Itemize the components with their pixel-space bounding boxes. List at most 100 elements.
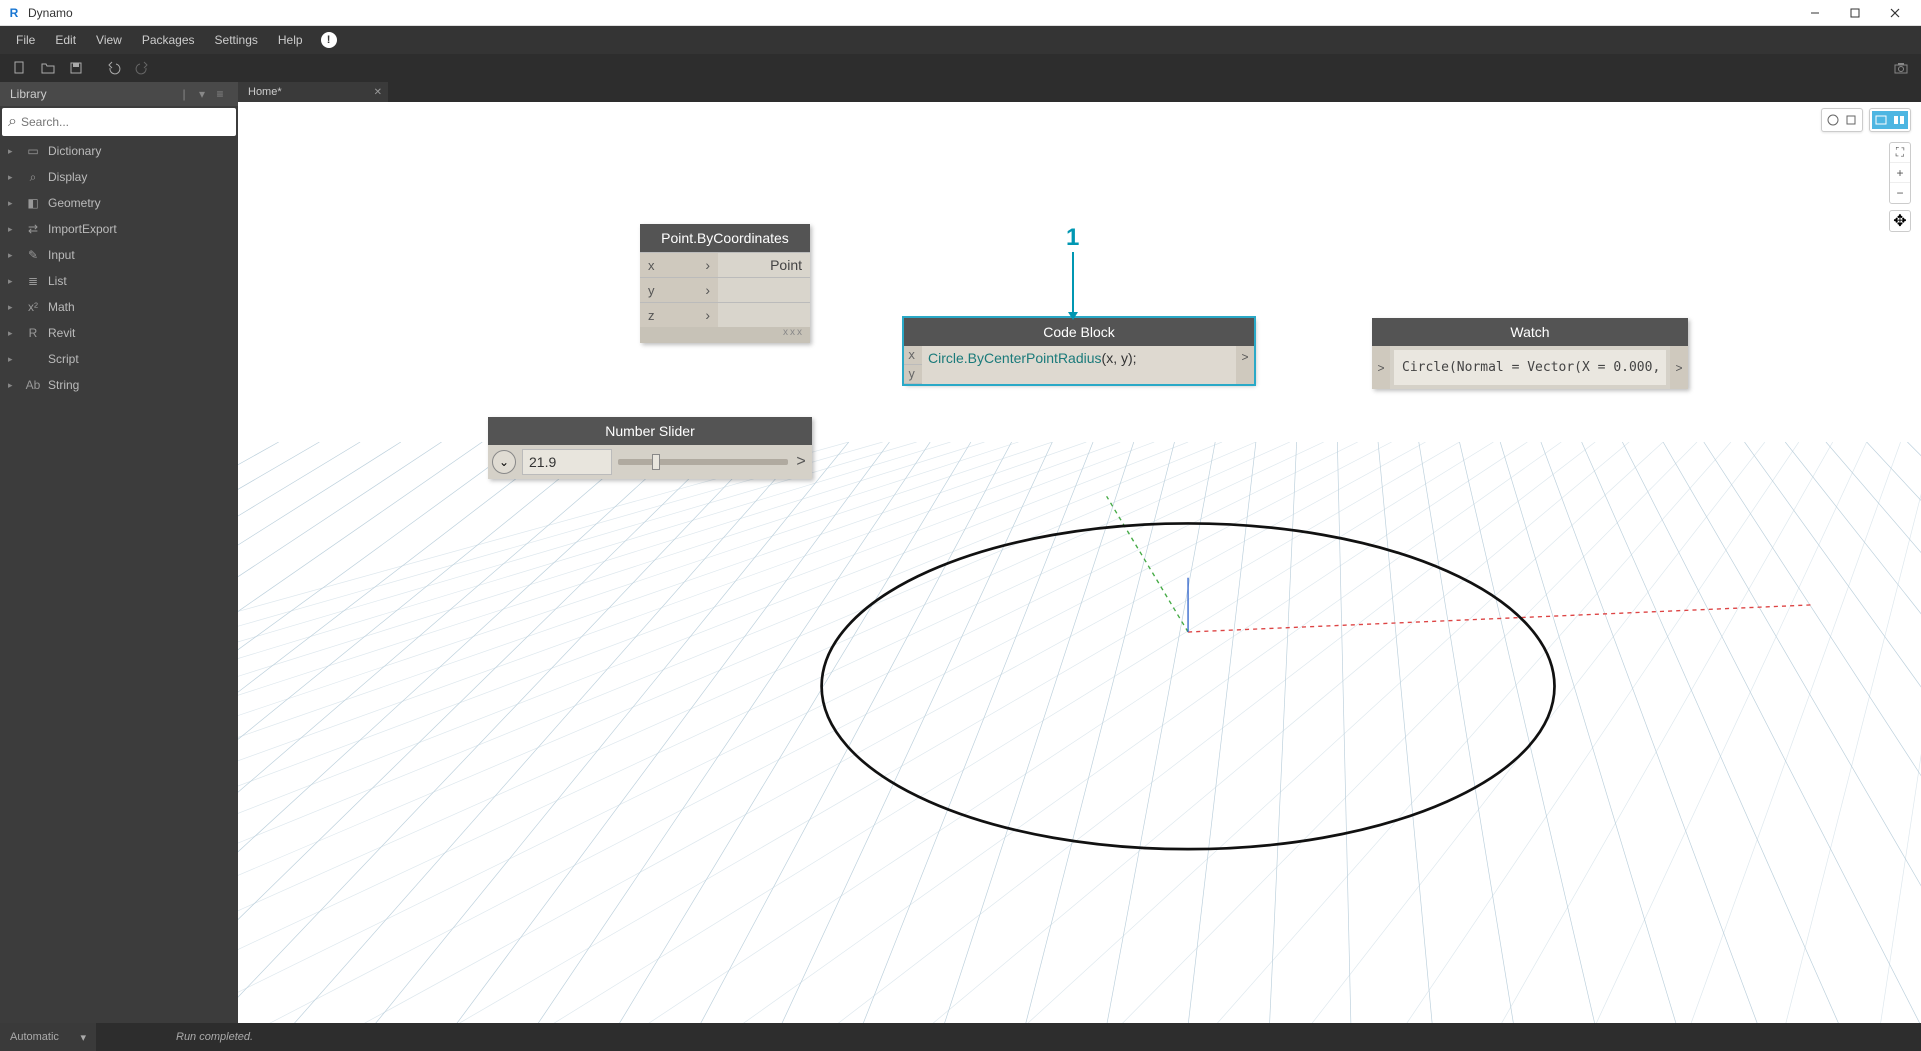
code-editor[interactable]: Circle.ByCenterPointRadius(x, y); bbox=[922, 346, 1236, 384]
annotation-callout: 1 bbox=[1066, 224, 1079, 320]
menu-help[interactable]: Help bbox=[268, 26, 313, 54]
library-title: Library bbox=[10, 87, 47, 101]
zoom-in-button[interactable]: + bbox=[1890, 163, 1910, 183]
library-item-label: Revit bbox=[48, 326, 75, 340]
search-input[interactable] bbox=[21, 115, 230, 129]
input-port-x[interactable]: x bbox=[904, 346, 922, 365]
window-titlebar: R Dynamo bbox=[0, 0, 1921, 26]
run-mode-dropdown[interactable]: Automatic▾ bbox=[0, 1023, 96, 1051]
tab-close-icon[interactable]: ✕ bbox=[374, 87, 382, 98]
node-watch[interactable]: Watch > Circle(Normal = Vector(X = 0.000… bbox=[1372, 318, 1688, 389]
open-file-button[interactable] bbox=[34, 56, 62, 80]
library-item-revit[interactable]: ▸RRevit bbox=[0, 320, 238, 346]
library-item-script[interactable]: ▸Script bbox=[0, 346, 238, 372]
menu-packages[interactable]: Packages bbox=[132, 26, 205, 54]
minimize-button[interactable] bbox=[1795, 0, 1835, 26]
save-button[interactable] bbox=[62, 56, 90, 80]
input-port-x[interactable]: x› bbox=[640, 253, 718, 277]
zoom-out-button[interactable]: − bbox=[1890, 183, 1910, 203]
chevron-right-icon: ▸ bbox=[8, 198, 18, 209]
list-icon: ≣ bbox=[24, 274, 42, 288]
fit-view-button[interactable]: ⛶ bbox=[1890, 143, 1910, 163]
library-item-math[interactable]: ▸ x² Math bbox=[0, 294, 238, 320]
geometry-view-icon[interactable] bbox=[1890, 111, 1908, 129]
library-item-label: Math bbox=[48, 300, 75, 314]
screenshot-button[interactable] bbox=[1887, 56, 1915, 80]
chevron-right-icon: ▸ bbox=[8, 328, 18, 339]
library-sort-icon[interactable]: ▾ bbox=[194, 86, 210, 102]
input-port-y[interactable]: y bbox=[904, 365, 922, 384]
input-port[interactable]: > bbox=[1372, 346, 1390, 389]
library-item-display[interactable]: ▸ ⌕ Display bbox=[0, 164, 238, 190]
node-title: Point.ByCoordinates bbox=[640, 224, 810, 252]
library-filter-icon[interactable]: | bbox=[176, 86, 192, 102]
search-icon: ⌕ bbox=[8, 113, 17, 131]
library-panel: Library | ▾ ≡ ⌕ ▸▭Dictionary▸⌕Display▸◧G… bbox=[0, 82, 238, 1023]
info-icon[interactable]: ! bbox=[321, 32, 337, 48]
node-code-block[interactable]: Code Block x y Circle.ByCenterPointRadiu… bbox=[904, 318, 1254, 384]
chevron-right-icon: ▸ bbox=[8, 172, 18, 183]
menu-bar: File Edit View Packages Settings Help ! bbox=[0, 26, 1921, 54]
chevron-right-icon: ▸ bbox=[8, 250, 18, 261]
tab-home[interactable]: Home* ✕ bbox=[238, 82, 388, 102]
pan-button[interactable]: ✥ bbox=[1889, 210, 1911, 232]
chevron-right-icon: ▸ bbox=[8, 224, 18, 235]
library-item-geometry[interactable]: ▸◧Geometry bbox=[0, 190, 238, 216]
maximize-button[interactable] bbox=[1835, 0, 1875, 26]
node-title: Watch bbox=[1372, 318, 1688, 346]
new-file-button[interactable] bbox=[6, 56, 34, 80]
redo-button[interactable] bbox=[128, 56, 156, 80]
watch-content: Circle(Normal = Vector(X = 0.000, Y = 0 bbox=[1394, 350, 1666, 385]
ab-icon: Ab bbox=[24, 378, 42, 392]
node-title: Code Block bbox=[904, 318, 1254, 346]
math-icon: x² bbox=[24, 300, 42, 314]
view-mode-group bbox=[1869, 108, 1911, 132]
output-port-point[interactable]: Point bbox=[718, 253, 810, 277]
library-item-string[interactable]: ▸ Ab String bbox=[0, 372, 238, 398]
pan-icon[interactable] bbox=[1842, 111, 1860, 129]
input-port-z[interactable]: z› bbox=[640, 303, 718, 327]
library-item-importexport[interactable]: ▸⇄ImportExport bbox=[0, 216, 238, 242]
chevron-right-icon: ▸ bbox=[8, 380, 18, 391]
chevron-right-icon: ▸ bbox=[8, 302, 18, 313]
cube-icon: ◧ bbox=[24, 196, 42, 210]
search-icon: ⌕ bbox=[24, 170, 42, 185]
workspace-view-icon[interactable] bbox=[1872, 111, 1890, 129]
output-port[interactable]: > bbox=[1670, 346, 1688, 389]
menu-view[interactable]: View bbox=[86, 26, 132, 54]
status-bar: Automatic▾ Run completed. bbox=[0, 1023, 1921, 1051]
node-number-slider[interactable]: Number Slider ⌄ 21.9 > bbox=[488, 417, 812, 479]
library-item-label: Dictionary bbox=[48, 144, 101, 158]
run-status-label: Run completed. bbox=[96, 1031, 333, 1043]
library-item-label: String bbox=[48, 378, 79, 392]
library-item-label: Display bbox=[48, 170, 87, 184]
wires bbox=[238, 102, 538, 252]
slider-track[interactable] bbox=[618, 459, 788, 465]
graph-canvas[interactable]: ⛶ + − ✥ bbox=[238, 102, 1921, 1023]
menu-settings[interactable]: Settings bbox=[205, 26, 268, 54]
library-item-input[interactable]: ▸✎Input bbox=[0, 242, 238, 268]
tab-bar: Home* ✕ bbox=[238, 82, 1921, 102]
output-port[interactable]: > bbox=[794, 453, 808, 471]
slider-thumb[interactable] bbox=[652, 454, 660, 470]
chevron-down-icon: ▾ bbox=[80, 1031, 86, 1044]
library-view-icon[interactable]: ≡ bbox=[212, 86, 228, 102]
input-port-y[interactable]: y› bbox=[640, 278, 718, 302]
menu-edit[interactable]: Edit bbox=[45, 26, 86, 54]
library-search[interactable]: ⌕ bbox=[2, 108, 236, 136]
toolbar bbox=[0, 54, 1921, 82]
slider-value[interactable]: 21.9 bbox=[522, 449, 612, 475]
chevron-right-icon: ▸ bbox=[8, 354, 18, 365]
library-item-list[interactable]: ▸≣List bbox=[0, 268, 238, 294]
node-point-by-coordinates[interactable]: Point.ByCoordinates x› Point y› z› xxx bbox=[640, 224, 810, 343]
library-item-dictionary[interactable]: ▸▭Dictionary bbox=[0, 138, 238, 164]
undo-button[interactable] bbox=[100, 56, 128, 80]
geometry-preview bbox=[238, 442, 1921, 1023]
close-button[interactable] bbox=[1875, 0, 1915, 26]
library-item-label: Input bbox=[48, 248, 75, 262]
orbit-icon[interactable] bbox=[1824, 111, 1842, 129]
output-port[interactable]: > bbox=[1236, 346, 1254, 384]
menu-file[interactable]: File bbox=[6, 26, 45, 54]
library-item-label: ImportExport bbox=[48, 222, 117, 236]
expand-icon[interactable]: ⌄ bbox=[492, 450, 516, 474]
